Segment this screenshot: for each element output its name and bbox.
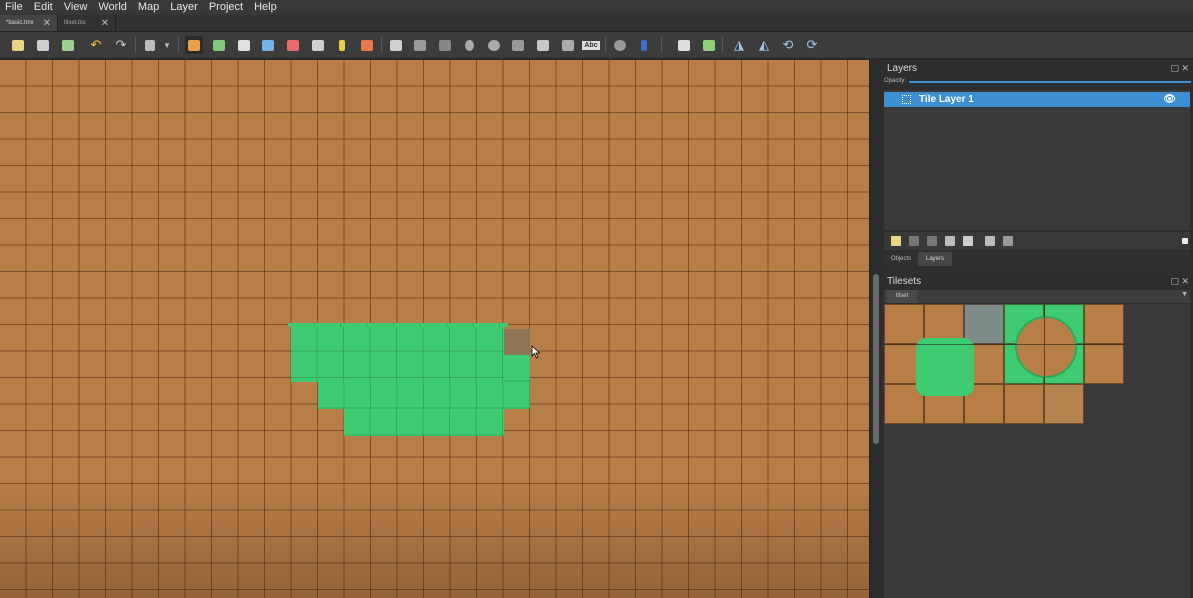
lower-layer-icon[interactable] (927, 236, 937, 246)
menu-bar: File Edit View World Map Layer Project H… (0, 0, 1193, 15)
move-tool-icon[interactable] (635, 36, 653, 54)
dock-subtabs: Objects Layers (884, 252, 1190, 266)
remove-layer-icon[interactable] (963, 236, 973, 246)
grass-tile-region (504, 355, 530, 382)
opacity-label: Opacity: (884, 78, 907, 84)
stamp-dropdown-icon[interactable] (141, 36, 159, 54)
tab-layers[interactable]: Layers (918, 252, 952, 266)
edit-polygons-icon[interactable] (411, 36, 429, 54)
menu-help[interactable]: Help (249, 0, 283, 15)
tab-tilset[interactable]: tilset (887, 290, 917, 303)
grass-tile-region (318, 382, 530, 409)
menu-world[interactable]: World (93, 0, 133, 15)
open-icon[interactable] (34, 36, 52, 54)
select-same-tile-icon[interactable] (358, 36, 376, 54)
insert-tile-icon[interactable] (534, 36, 552, 54)
menu-layer[interactable]: Layer (165, 0, 204, 15)
grass-edge (288, 323, 508, 327)
tileset-tile[interactable] (1044, 384, 1084, 424)
tileset-tile[interactable] (884, 304, 924, 344)
layers-list: Tile Layer 1 👁 (884, 90, 1190, 230)
tab-tilset-tsx[interactable]: tilset.tsx ✕ (58, 15, 116, 31)
flip-vertical-icon[interactable]: ◭ (755, 36, 773, 54)
rotate-right-icon[interactable]: ⟳ (803, 36, 821, 54)
opacity-slider[interactable] (909, 81, 1191, 83)
chevron-down-icon[interactable]: ▼ (158, 36, 176, 54)
tab-objects[interactable]: Objects (884, 252, 918, 266)
wang-fill-icon[interactable] (700, 36, 718, 54)
raise-layer-icon[interactable] (909, 236, 919, 246)
insert-ellipse-icon[interactable] (485, 36, 503, 54)
new-map-icon[interactable] (9, 36, 27, 54)
close-icon[interactable]: ✕ (101, 18, 109, 29)
panel-float-close-icons[interactable]: ▢ ✕ (1170, 63, 1189, 74)
tab-basic-tmx[interactable]: *basic.tmx ✕ (0, 15, 58, 31)
shape-fill-icon[interactable] (259, 36, 277, 54)
lock-icon[interactable] (1003, 236, 1013, 246)
close-icon[interactable]: ✕ (43, 18, 51, 29)
eraser-icon[interactable] (284, 36, 302, 54)
menu-project[interactable]: Project (204, 0, 249, 15)
stamp-brush-icon[interactable] (185, 36, 203, 54)
insert-template-icon[interactable] (559, 36, 577, 54)
insert-point-icon[interactable] (460, 36, 478, 54)
document-tabs: *basic.tmx ✕ tilset.tsx ✕ (0, 15, 1193, 32)
undo-icon[interactable]: ↶ (87, 36, 105, 54)
menu-map[interactable]: Map (133, 0, 165, 15)
menu-view[interactable]: View (59, 0, 94, 15)
tileset-tile-selected[interactable] (964, 304, 1004, 344)
insert-text-icon[interactable]: Abc (582, 36, 600, 54)
map-canvas[interactable] (0, 60, 869, 598)
new-layer-icon[interactable] (891, 236, 901, 246)
menu-file[interactable]: File (0, 0, 29, 15)
visibility-eye-icon[interactable]: 👁 (1163, 94, 1176, 105)
show-hide-others-icon[interactable] (985, 236, 995, 246)
tab-label: tilset.tsx (64, 20, 86, 26)
grass-blob-tile-art (916, 338, 974, 396)
tilesets-panel-title: Tilesets (887, 276, 922, 287)
duplicate-layer-icon[interactable] (945, 236, 955, 246)
grass-tile-region (291, 325, 504, 382)
rect-select-icon[interactable] (309, 36, 327, 54)
tileset-tile[interactable] (1084, 304, 1124, 344)
panel-menu-icon[interactable] (1182, 238, 1188, 244)
text-tool-label: Abc (582, 40, 600, 50)
bucket-fill-icon[interactable] (235, 36, 253, 54)
insert-polygon-icon[interactable] (509, 36, 527, 54)
layer-row-tile-layer-1[interactable]: Tile Layer 1 👁 (884, 92, 1190, 107)
redo-icon[interactable]: ↷ (112, 36, 130, 54)
grass-tile-region (344, 409, 504, 436)
layers-panel-title: Layers (887, 63, 918, 74)
tab-label: *basic.tmx (6, 20, 34, 26)
flip-horizontal-icon[interactable]: ◮ (730, 36, 748, 54)
random-mode-icon[interactable] (675, 36, 693, 54)
menu-edit[interactable]: Edit (29, 0, 59, 15)
tileset-tabs: tilset ▼ (884, 290, 1190, 303)
right-dock: Layers ▢ ✕ Opacity: Tile Layer 1 👁 Objec… (881, 60, 1193, 598)
save-icon[interactable] (59, 36, 77, 54)
world-tool-icon[interactable] (611, 36, 629, 54)
brush-preview-tile (504, 329, 530, 355)
select-objects-icon[interactable] (387, 36, 405, 54)
layer-name: Tile Layer 1 (919, 94, 974, 105)
tileset-tile[interactable] (1004, 384, 1044, 424)
layer-toolbar (884, 232, 1190, 250)
tileset-tile[interactable] (1084, 344, 1124, 384)
chevron-down-icon[interactable]: ▼ (1181, 291, 1188, 298)
mouse-cursor-icon (531, 345, 541, 359)
magic-wand-icon[interactable] (333, 36, 351, 54)
rotate-left-icon[interactable]: ⟲ (779, 36, 797, 54)
insert-rectangle-icon[interactable] (436, 36, 454, 54)
terrain-brush-icon[interactable] (210, 36, 228, 54)
canvas-scrollbar[interactable] (869, 60, 881, 598)
dirt-circle-tile-art (1015, 316, 1077, 378)
tile-layer-icon (902, 95, 911, 104)
tileset-view[interactable] (884, 304, 1190, 598)
main-toolbar: ↶ ↷ ▼ Abc ◮ ◭ ⟲ ⟳ (0, 32, 1193, 59)
scrollbar-thumb[interactable] (873, 274, 879, 444)
panel-float-close-icons[interactable]: ▢ ✕ (1170, 276, 1189, 287)
